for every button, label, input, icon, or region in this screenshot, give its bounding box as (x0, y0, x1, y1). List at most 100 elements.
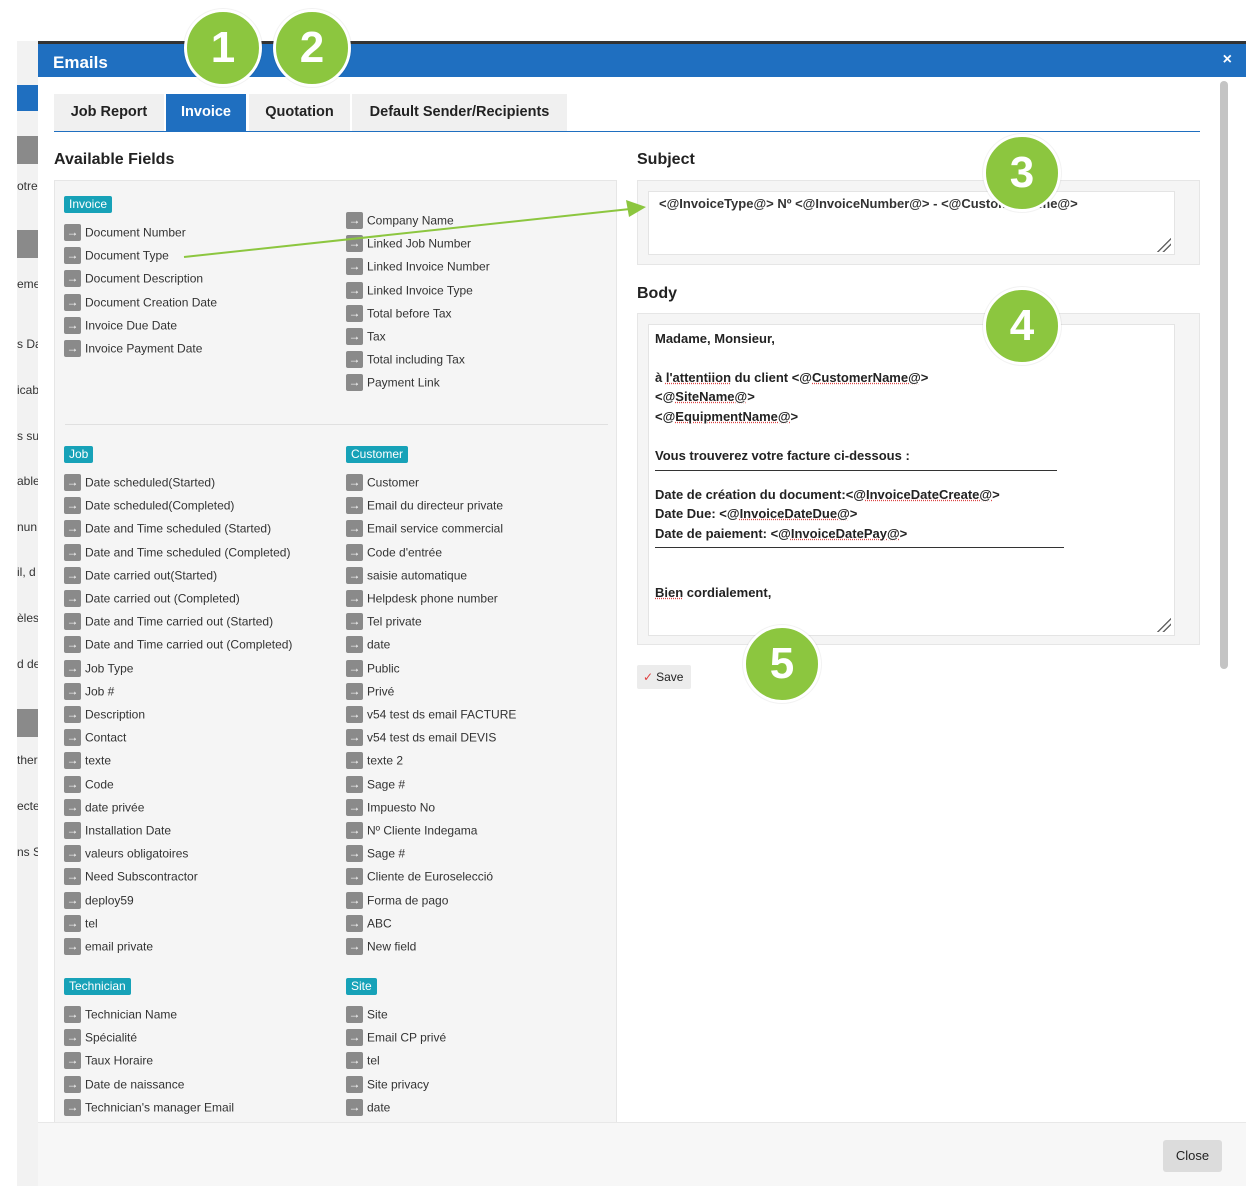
field-item[interactable]: → Email service commercial (346, 520, 503, 538)
field-label: Total including Tax (367, 352, 465, 367)
field-item[interactable]: → v54 test ds email DEVIS (346, 729, 496, 747)
field-item[interactable]: → Tax (346, 328, 386, 346)
field-item[interactable]: → date (346, 636, 390, 654)
field-item[interactable]: → Date carried out(Started) (64, 566, 217, 585)
background-text: d de (17, 657, 38, 671)
field-item[interactable]: → Customer (346, 474, 419, 492)
body-editor[interactable]: Madame, Monsieur, à l'attentiion du clie… (648, 324, 1175, 636)
field-item[interactable]: → Date de naissance (64, 1075, 184, 1094)
field-item[interactable]: → saisie automatique (346, 566, 467, 585)
field-label: Company Name (367, 213, 454, 228)
field-item[interactable]: → Installation Date (64, 822, 171, 840)
field-item[interactable]: → Taux Horaire (64, 1052, 153, 1070)
step-marker-5: 5 (743, 625, 821, 703)
tab-invoice[interactable]: Invoice (166, 94, 246, 131)
field-item[interactable]: → Date carried out (Completed) (64, 590, 240, 608)
field-item[interactable]: → Code d'entrée (346, 543, 442, 562)
arrow-right-icon: → (64, 729, 81, 747)
field-item[interactable]: → Date and Time carried out (Started) (64, 613, 273, 631)
field-item[interactable]: → Payment Link (346, 374, 440, 392)
arrow-right-icon: → (64, 566, 81, 584)
field-item[interactable]: → Sage # (346, 775, 405, 794)
scrollbar-thumb[interactable] (1220, 81, 1228, 669)
field-item[interactable]: → date privée (64, 798, 144, 817)
field-item[interactable]: → Sage # (346, 845, 405, 863)
field-item[interactable]: → Forma de pago (346, 891, 448, 910)
tab-default-sender-recipients[interactable]: Default Sender/Recipients (352, 94, 567, 131)
field-item[interactable]: → Technician's manager Email (64, 1098, 234, 1117)
field-item[interactable]: → tel (346, 1052, 380, 1070)
field-item[interactable]: → date (346, 1098, 390, 1117)
field-item[interactable]: → Date scheduled(Completed) (64, 497, 234, 515)
field-item[interactable]: → Date and Time scheduled (Completed) (64, 543, 290, 562)
field-item[interactable]: → Privé (346, 682, 394, 701)
field-item[interactable]: → Total including Tax (346, 351, 465, 369)
field-item[interactable]: → Invoice Due Date (64, 316, 177, 335)
field-item[interactable]: → Impuesto No (346, 798, 435, 817)
tab-quotation[interactable]: Quotation (249, 94, 350, 131)
field-item[interactable]: → Technician Name (64, 1006, 177, 1024)
field-item[interactable]: → tel (64, 914, 98, 933)
field-item[interactable]: → Document Description (64, 270, 203, 288)
field-item[interactable]: → Need Subscontractor (64, 868, 198, 886)
field-item[interactable]: → Company Name (346, 212, 454, 230)
field-item[interactable]: → Contact (64, 729, 126, 747)
field-item[interactable]: → Date scheduled(Started) (64, 474, 215, 492)
resize-handle-icon[interactable] (1155, 616, 1171, 632)
field-item[interactable]: → Linked Job Number (346, 235, 471, 253)
field-item[interactable]: → Cliente de Euroselecció (346, 868, 493, 886)
field-item[interactable]: → Linked Invoice Number (346, 258, 490, 276)
field-item[interactable]: → Tel private (346, 613, 422, 631)
field-item[interactable]: → texte (64, 752, 111, 770)
field-item[interactable]: → v54 test ds email FACTURE (346, 706, 516, 724)
field-label: Email du directeur private (367, 498, 504, 513)
field-item[interactable]: → New field (346, 938, 416, 956)
field-label: Email service commercial (367, 521, 504, 536)
field-label: Code (85, 777, 114, 792)
background-text: s sup (17, 429, 38, 443)
field-item[interactable]: → ABC (346, 914, 392, 933)
close-button[interactable]: Close (1163, 1140, 1222, 1172)
field-label: Taux Horaire (85, 1053, 154, 1068)
arrow-right-icon: → (346, 497, 363, 515)
field-item[interactable]: → Linked Invoice Type (346, 281, 473, 300)
arrow-right-icon: → (346, 914, 363, 932)
field-item[interactable]: → Description (64, 706, 145, 724)
subject-input[interactable]: <@InvoiceType@> Nº <@InvoiceNumber@> - <… (648, 191, 1175, 255)
field-item[interactable]: → Document Type (64, 247, 169, 265)
field-item[interactable]: → Date and Time scheduled (Started) (64, 520, 271, 538)
field-item[interactable]: → Code (64, 775, 114, 794)
field-label: deploy59 (85, 893, 134, 908)
field-item[interactable]: → Date and Time carried out (Completed) (64, 636, 292, 654)
field-item[interactable]: → Job # (64, 682, 114, 701)
body-divider (655, 547, 1064, 548)
field-item[interactable]: → Total before Tax (346, 304, 452, 323)
field-item[interactable]: → Nº Cliente Indegama (346, 822, 477, 840)
close-icon[interactable]: × (1223, 51, 1232, 69)
field-item[interactable]: → Document Creation Date (64, 293, 217, 312)
field-item[interactable]: → Document Number (64, 224, 186, 242)
arrow-right-icon: → (64, 520, 81, 538)
field-label: Tax (367, 329, 386, 344)
save-button[interactable]: ✓ Save (637, 665, 691, 689)
field-label: Date and Time carried out (Started) (85, 614, 274, 629)
field-item[interactable]: → Email du directeur private (346, 497, 503, 515)
field-item[interactable]: → valeurs obligatoires (64, 845, 188, 863)
field-item[interactable]: → Public (346, 659, 400, 678)
field-item[interactable]: → Spécialité (64, 1029, 137, 1047)
field-item[interactable]: → email private (64, 938, 153, 956)
resize-handle-icon[interactable] (1155, 236, 1171, 252)
field-item[interactable]: → texte 2 (346, 752, 403, 770)
field-item[interactable]: → Email CP privé (346, 1029, 446, 1047)
field-item[interactable]: → Site (346, 1006, 388, 1024)
field-item[interactable]: → Site privacy (346, 1075, 429, 1094)
field-item[interactable]: → Invoice Payment Date (64, 340, 202, 358)
field-item[interactable]: → Job Type (64, 659, 133, 678)
field-item[interactable]: → deploy59 (64, 891, 134, 910)
arrow-right-icon: → (346, 636, 363, 654)
tab-job-report[interactable]: Job Report (54, 94, 164, 131)
field-item[interactable]: → Helpdesk phone number (346, 590, 498, 608)
background-text: able (17, 474, 38, 488)
background-text: eme (17, 277, 38, 291)
arrow-right-icon: → (64, 868, 81, 886)
